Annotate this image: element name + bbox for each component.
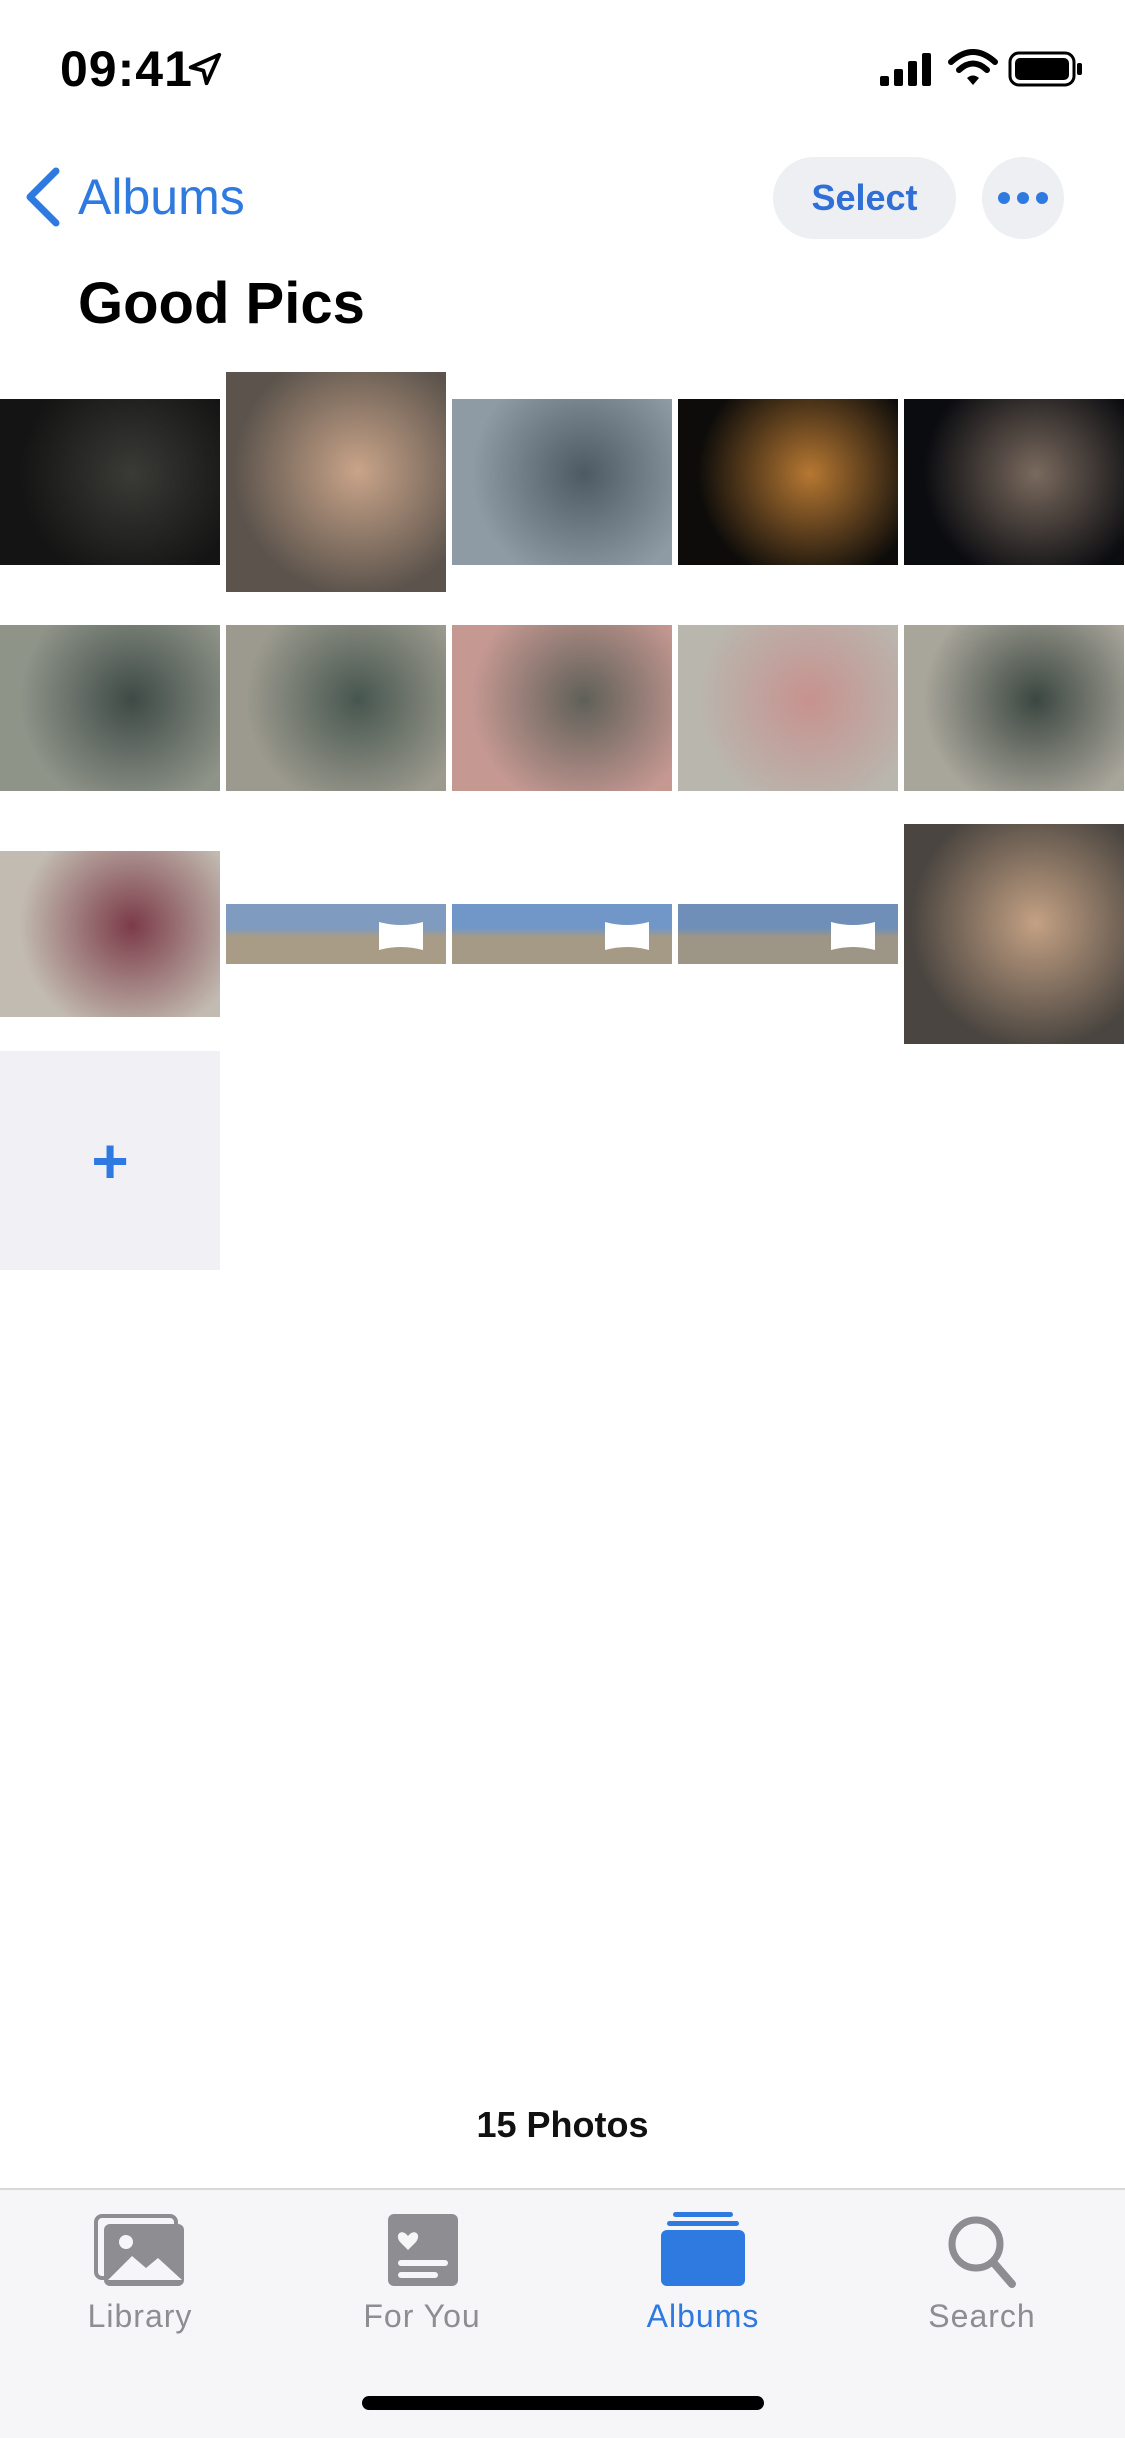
ellipsis-icon — [998, 192, 1048, 204]
photo-thumbnail[interactable] — [0, 824, 220, 1044]
photo-image — [678, 399, 898, 565]
tab-library-label: Library — [87, 2298, 193, 2334]
tab-library[interactable]: Library — [20, 2210, 260, 2335]
wifi-icon — [948, 49, 998, 85]
tab-search-label: Search — [928, 2298, 1036, 2334]
photo-image — [904, 824, 1124, 1044]
plus-icon: + — [91, 1124, 129, 1197]
status-time: 09:41 — [60, 41, 193, 97]
photo-thumbnail[interactable] — [678, 598, 898, 818]
location-arrow-icon — [188, 52, 222, 86]
photo-thumbnail[interactable] — [904, 598, 1124, 818]
photo-thumbnail[interactable] — [452, 824, 672, 1044]
more-options-button[interactable] — [982, 157, 1064, 239]
panorama-badge-icon — [831, 922, 875, 950]
photo-thumbnail[interactable] — [226, 598, 446, 818]
back-to-albums-button[interactable]: Albums — [22, 162, 245, 232]
photo-image — [226, 625, 446, 791]
home-indicator — [362, 2396, 764, 2410]
photo-count: 15 Photos — [476, 2104, 649, 2145]
photo-thumbnail[interactable] — [678, 824, 898, 1044]
battery-icon — [1008, 51, 1082, 87]
tab-for-you-label: For You — [363, 2298, 481, 2334]
tab-albums[interactable]: Albums — [583, 2210, 823, 2335]
panorama-badge-icon — [605, 922, 649, 950]
photo-image — [904, 625, 1124, 791]
photo-image — [452, 399, 672, 565]
tab-search[interactable]: Search — [862, 2210, 1102, 2335]
photo-image — [904, 399, 1124, 565]
photo-thumbnail[interactable] — [678, 372, 898, 592]
panorama-badge-icon — [379, 922, 423, 950]
photo-image — [226, 372, 446, 592]
albums-icon — [661, 2212, 745, 2286]
chevron-left-icon — [26, 167, 60, 227]
back-button-label: Albums — [78, 169, 245, 225]
album-title: Good Pics — [78, 271, 365, 336]
search-icon — [948, 2216, 1016, 2288]
photo-thumbnail[interactable] — [226, 372, 446, 592]
photo-thumbnail[interactable] — [0, 372, 220, 592]
photo-thumbnail[interactable] — [452, 372, 672, 592]
photo-thumbnail[interactable] — [452, 598, 672, 818]
photo-thumbnail[interactable] — [904, 824, 1124, 1044]
photo-thumbnail[interactable] — [904, 372, 1124, 592]
photo-thumbnail[interactable] — [0, 598, 220, 818]
add-photos-button[interactable]: + — [0, 1051, 220, 1270]
photo-thumbnail[interactable] — [226, 824, 446, 1044]
photo-stack-icon — [94, 2214, 184, 2286]
photo-image — [0, 625, 220, 791]
tab-for-you[interactable]: For You — [302, 2210, 542, 2335]
photo-image — [452, 625, 672, 791]
tab-albums-label: Albums — [646, 2298, 760, 2334]
photo-image — [0, 399, 220, 565]
photo-image — [0, 851, 220, 1017]
cellular-signal-icon — [880, 53, 931, 86]
for-you-icon — [388, 2214, 458, 2286]
select-button[interactable]: Select — [773, 157, 956, 239]
photo-image — [678, 625, 898, 791]
